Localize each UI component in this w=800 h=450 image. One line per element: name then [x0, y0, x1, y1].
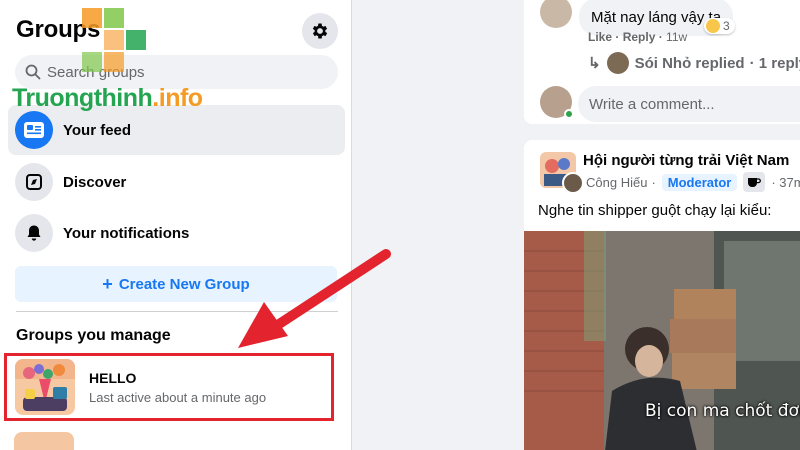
nav-label-discover: Discover: [63, 173, 127, 191]
post-meta: Công Hiếu · Moderator · 37m: [586, 172, 800, 192]
watermark-text: Truongthinh.info: [12, 84, 203, 113]
annotation-arrow-icon: [238, 249, 391, 348]
groups-sidebar: Groups Search groups Your feed: [0, 0, 352, 450]
nav-item-discover[interactable]: Discover: [8, 157, 345, 207]
comment-age: 11w: [666, 30, 688, 44]
watermark-brand: Truongthinh: [12, 84, 153, 112]
reaction-count-text: 3: [723, 19, 730, 33]
video-caption: Bị con ma chốt đơn n: [645, 401, 800, 421]
feed-icon: [15, 111, 53, 149]
post-time[interactable]: · 37m: [771, 175, 800, 190]
comment-text: Mặt nay láng vậy ta: [591, 8, 722, 26]
bell-icon: [15, 214, 53, 252]
group-post-card: Hội người từng trải Việt Nam Công Hiếu ·…: [524, 140, 800, 450]
coffee-badge-icon: [743, 172, 766, 192]
commenter-avatar[interactable]: [540, 0, 572, 28]
reply-link[interactable]: Reply: [623, 30, 656, 44]
moderator-badge: Moderator: [661, 173, 738, 191]
nav-label-notifications: Your notifications: [63, 224, 190, 242]
group-cover-image: [15, 359, 75, 415]
post-author[interactable]: Công Hiếu: [586, 175, 647, 190]
group-cover-image-partial[interactable]: [14, 432, 74, 450]
plus-icon: +: [102, 273, 113, 294]
reply-count: · 1 reply: [749, 54, 800, 72]
view-replies-link[interactable]: ↳ Sói Nhỏ replied · 1 reply: [588, 52, 800, 74]
author-avatar[interactable]: [562, 172, 584, 194]
comment-actions: Like · Reply · 11w: [588, 30, 688, 44]
search-icon: [25, 64, 41, 80]
watermark-logo: [82, 8, 146, 72]
replied-text: Sói Nhỏ replied: [634, 54, 745, 72]
post-comments-card: Mặt nay láng vậy ta 3 Like · Reply · 11w…: [524, 0, 800, 124]
post-text: Nghe tin shipper guột chạy lại kiểu:: [538, 202, 772, 219]
reply-arrow-icon: ↳: [588, 55, 601, 72]
reaction-count[interactable]: 3: [704, 18, 735, 34]
post-group-name[interactable]: Hội người từng trải Việt Nam: [583, 152, 789, 169]
online-status-dot: [564, 109, 574, 119]
watermark-suffix: .info: [152, 84, 203, 112]
post-image[interactable]: Bị con ma chốt đơn n: [524, 231, 800, 450]
like-link[interactable]: Like: [588, 30, 612, 44]
group-last-active: Last active about a minute ago: [89, 389, 267, 405]
write-comment-placeholder: Write a comment...: [589, 95, 715, 113]
managed-group-hello[interactable]: HELLO Last active about a minute ago: [4, 353, 334, 421]
haha-reaction-icon: [706, 19, 720, 33]
write-comment-input[interactable]: Write a comment...: [578, 86, 800, 122]
settings-button[interactable]: [302, 13, 338, 49]
discover-icon: [15, 163, 53, 201]
group-name: HELLO: [89, 369, 137, 386]
gear-icon: [312, 23, 328, 39]
nav-label-your-feed: Your feed: [63, 121, 132, 139]
replier-avatar: [606, 52, 629, 74]
groups-you-manage-heading: Groups you manage: [16, 327, 171, 344]
